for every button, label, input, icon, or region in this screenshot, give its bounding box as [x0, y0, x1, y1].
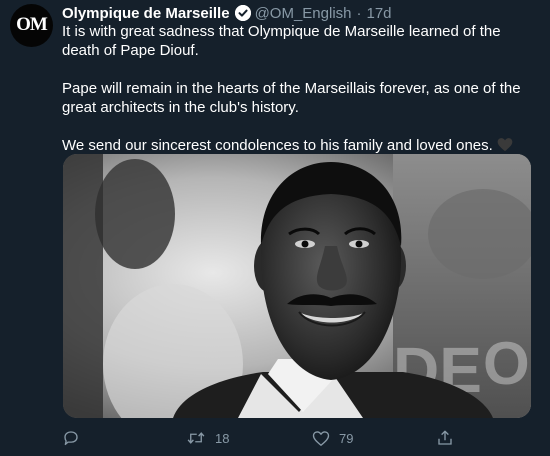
reply-icon	[64, 431, 78, 446]
like-button[interactable]: 79	[312, 428, 353, 448]
retweet-button[interactable]: 18	[186, 428, 229, 448]
handle[interactable]: @OM_English	[255, 5, 352, 22]
tweet[interactable]: OM Olympique de Marseille @OM_English · …	[0, 0, 550, 456]
tweet-actions: 18 79	[62, 428, 482, 448]
heart-icon	[312, 430, 330, 446]
like-count: 79	[339, 430, 354, 446]
verified-badge-icon	[234, 5, 251, 21]
reply-button[interactable]	[62, 428, 89, 448]
retweet-count: 18	[215, 430, 230, 446]
tweet-paragraph: Pape will remain in the hearts of the Ma…	[62, 80, 521, 116]
svg-text:O: O	[483, 330, 530, 397]
tweet-paragraph-text: We send our sincerest condolences to his…	[62, 137, 493, 154]
retweet-icon	[187, 432, 205, 444]
separator-dot: ·	[356, 4, 362, 22]
avatar[interactable]: OM	[10, 4, 53, 47]
share-icon	[438, 430, 452, 445]
tweet-photo[interactable]: DE O	[63, 154, 531, 418]
share-button[interactable]	[436, 428, 463, 448]
display-name[interactable]: Olympique de Marseille	[62, 5, 230, 22]
portrait-illustration: DE O	[63, 154, 531, 418]
tweet-paragraph: It is with great sadness that Olympique …	[62, 23, 501, 59]
tweet-text: It is with great sadness that Olympique …	[62, 22, 538, 157]
timestamp[interactable]: 17d	[367, 5, 392, 22]
tweet-header: Olympique de Marseille @OM_English · 17d	[62, 3, 392, 23]
avatar-monogram: OM	[16, 13, 48, 35]
